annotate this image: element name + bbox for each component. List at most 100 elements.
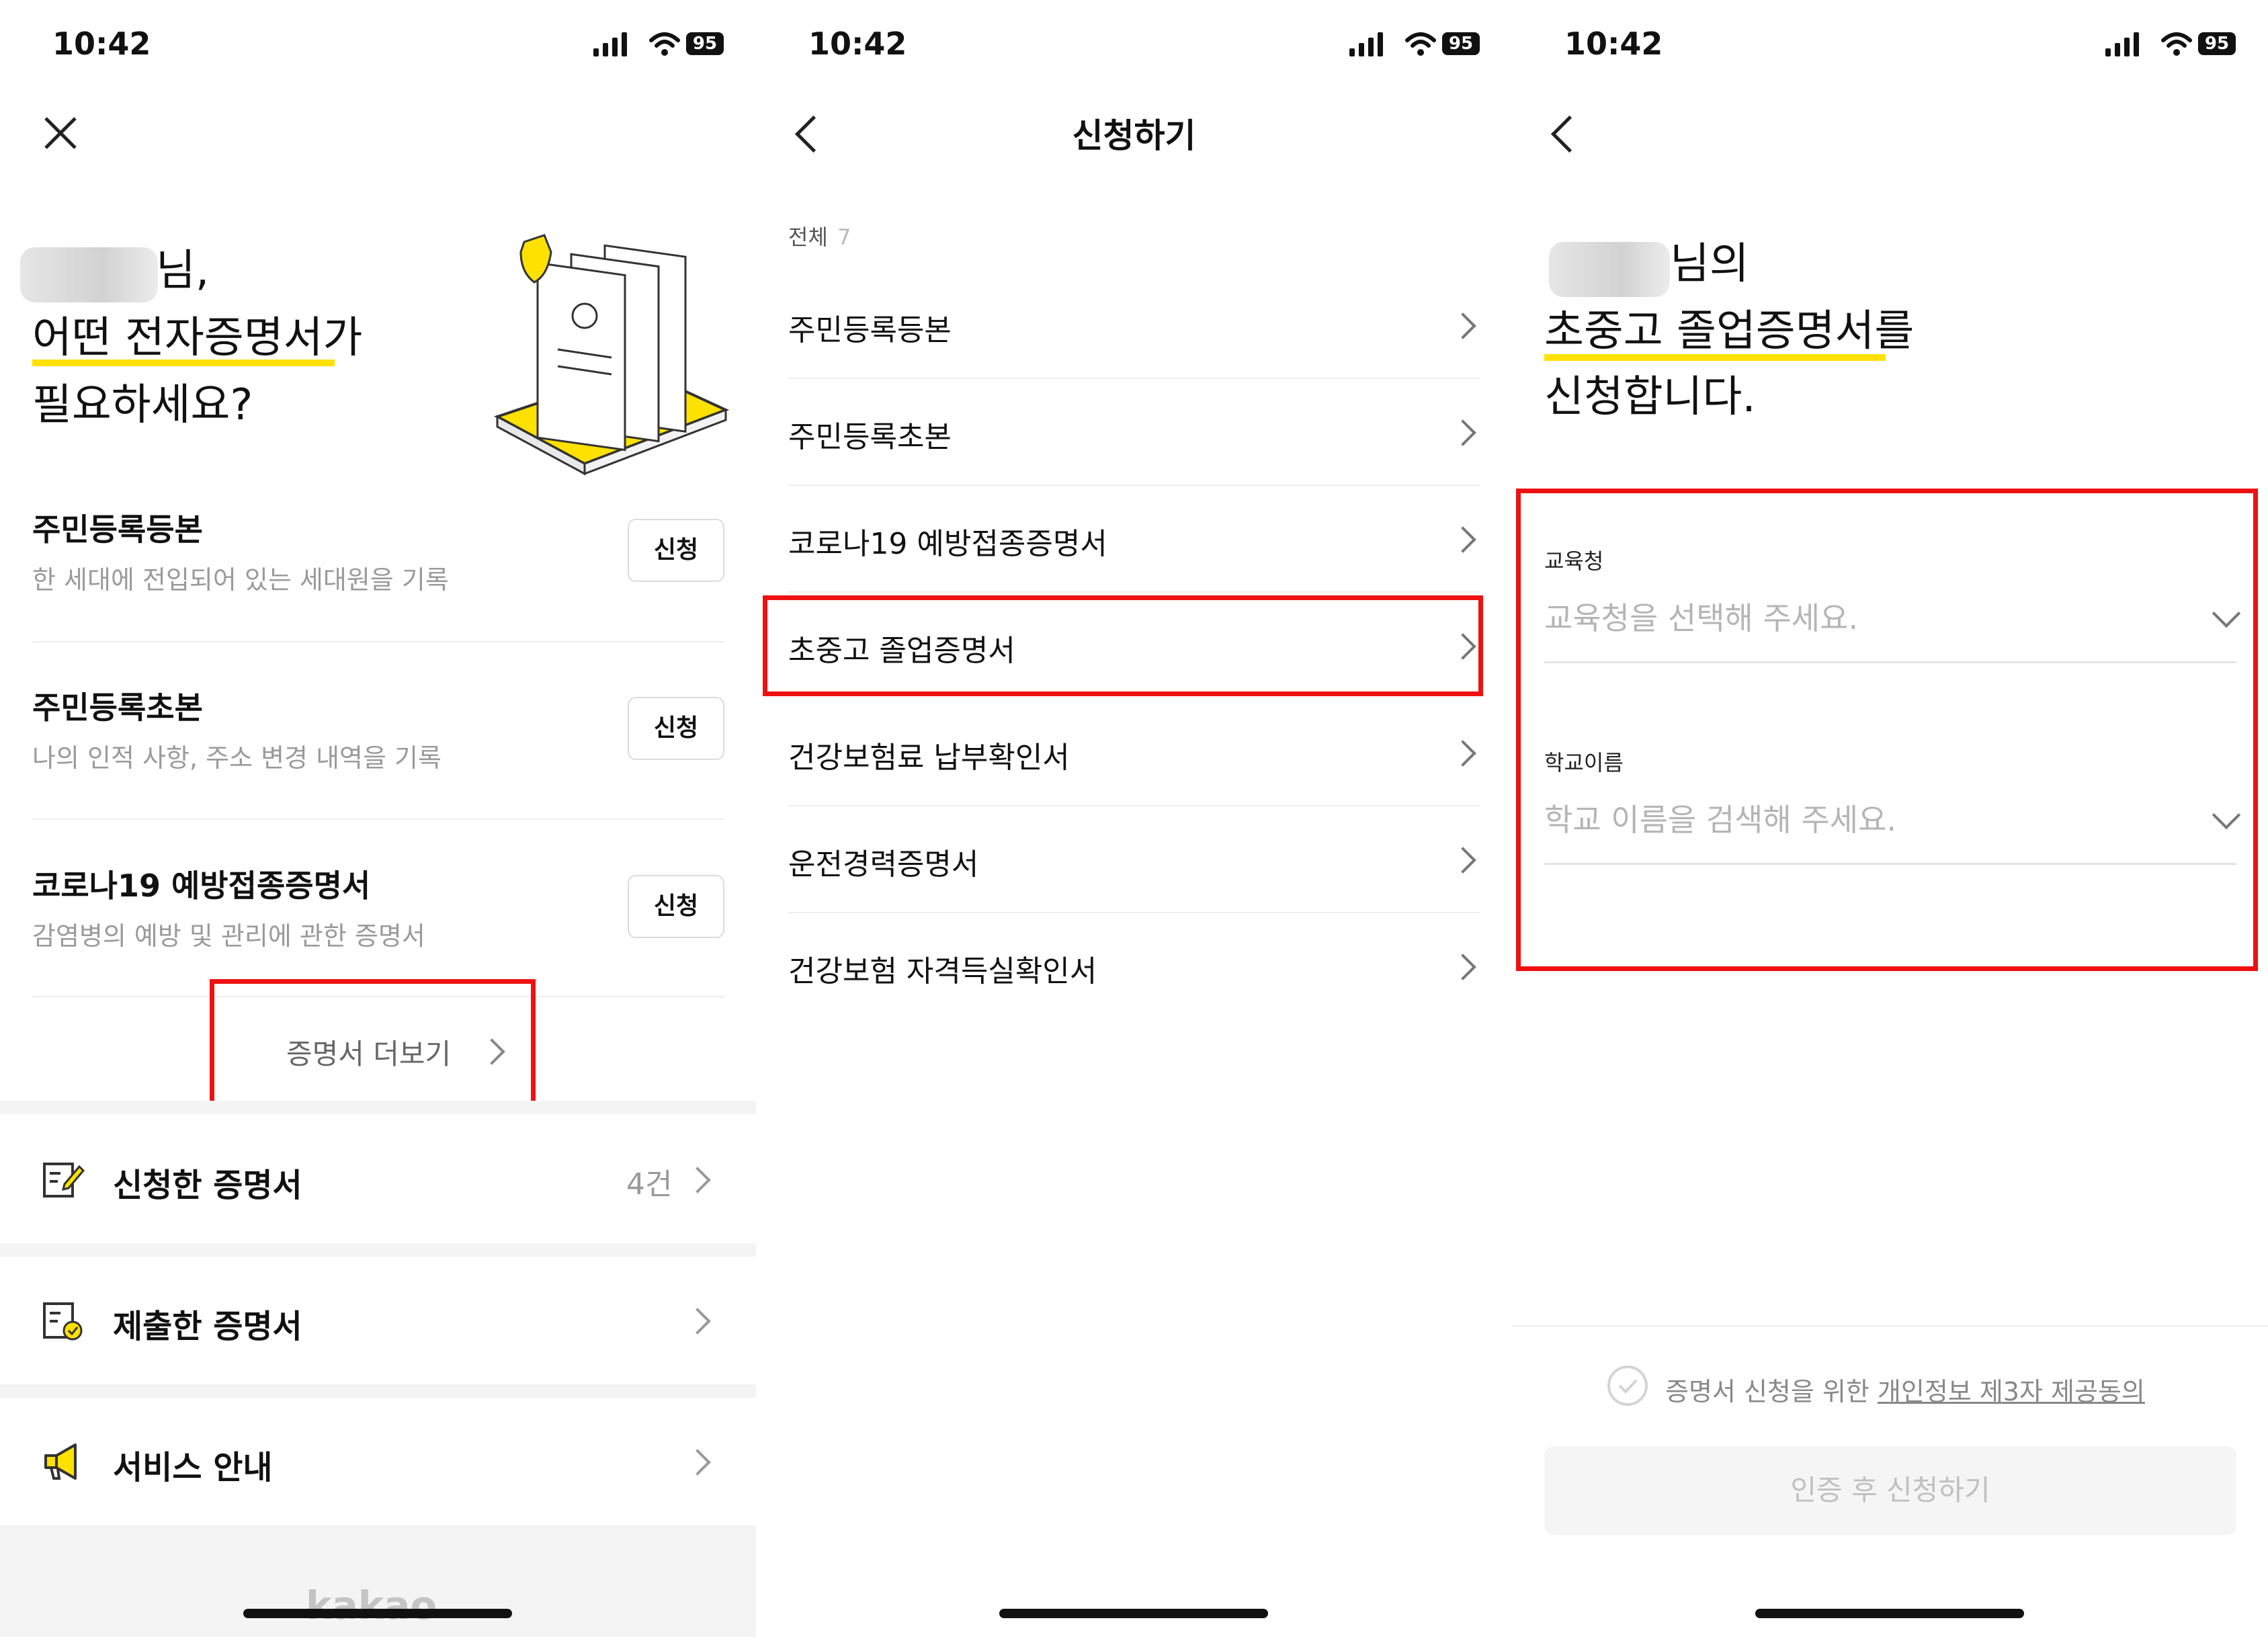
list-item-label: 주민등록등본 (788, 313, 952, 347)
cert-description: 감염병의 예방 및 관리에 관한 증명서 (32, 921, 425, 951)
chevron-down-icon (2212, 800, 2241, 830)
cert-item: 주민등록초본 나의 인적 사항, 주소 변경 내역을 기록 신청 (32, 683, 724, 818)
home-screen: 10:42 95 님, 어떤 전자증명서가 필요하세요? 주민등록등본 한 세대 (0, 0, 756, 1637)
menu-applied-certs[interactable]: 신청한 증명서 4건 (0, 1116, 756, 1243)
status-icons: 95 (593, 28, 728, 60)
close-icon[interactable] (40, 113, 81, 153)
highlight-box (210, 979, 536, 1112)
battery-icon: 95 (2198, 32, 2236, 55)
signal-icon (1349, 48, 1355, 56)
wifi-icon (649, 32, 680, 56)
status-time: 10:42 (52, 26, 151, 62)
greeting-suffix: 님, (156, 246, 210, 296)
cert-item: 코로나19 예방접종증명서 감염병의 예방 및 관리에 관한 증명서 신청 (32, 862, 724, 996)
certificate-illustration (493, 234, 730, 476)
consent-text: 증명서 신청을 위한 개인정보 제3자 제공동의 (1665, 1371, 2145, 1408)
list-item-label: 건강보험료 납부확인서 (788, 741, 1070, 775)
status-time: 10:42 (808, 26, 907, 62)
apply-button[interactable]: 신청 (628, 875, 724, 938)
consent-link[interactable]: 개인정보 제3자 제공동의 (1878, 1377, 2145, 1407)
filter-count: 7 (837, 224, 851, 250)
chevron-right-icon (1450, 954, 1476, 980)
field-underline (1544, 661, 2236, 663)
cert-title: 코로나19 예방접종증명서 (32, 868, 371, 904)
list-item[interactable]: 주민등록초본 (788, 379, 1480, 485)
list-item[interactable]: 운전경력증명서 (788, 806, 1480, 913)
status-icons: 95 (1349, 28, 1484, 60)
apply-button[interactable]: 신청 (628, 519, 724, 582)
home-indicator (999, 1609, 1268, 1618)
school-name-search[interactable]: 학교 이름을 검색해 주세요. (1544, 786, 2241, 860)
headline-line2: 어떤 전자증명서가 (32, 313, 363, 363)
field-label: 교육청 (1544, 548, 1604, 574)
menu-label: 신청한 증명서 (113, 1167, 302, 1204)
menu-submitted-certs[interactable]: 제출한 증명서 (0, 1257, 756, 1384)
kakao-logo: kakao (306, 1583, 437, 1628)
field-label: 학교이름 (1544, 750, 1624, 775)
wifi-icon (2161, 32, 2192, 56)
back-chevron-icon[interactable] (1550, 115, 1589, 153)
divider (32, 641, 724, 642)
chevron-right-icon (1450, 312, 1476, 339)
list-item-label: 주민등록초본 (788, 420, 952, 454)
consent-row[interactable]: 증명서 신청을 위한 개인정보 제3자 제공동의 (1606, 1363, 2211, 1410)
section-gap (0, 1384, 756, 1398)
consent-prefix: 증명서 신청을 위한 (1665, 1377, 1878, 1407)
cert-item: 주민등록등본 한 세대에 전입되어 있는 세대원을 기록 신청 (32, 505, 724, 640)
divider (1512, 1325, 2268, 1327)
highlight-box (763, 595, 1483, 696)
filter-label: 전체 (788, 224, 828, 250)
chevron-right-icon (684, 1308, 711, 1335)
check-circle-icon[interactable] (1606, 1364, 1649, 1407)
status-time: 10:42 (1564, 26, 1663, 62)
chevron-right-icon (1450, 847, 1476, 874)
footer: kakao (0, 1525, 756, 1637)
chevron-right-icon (1450, 526, 1476, 553)
menu-service-info[interactable]: 서비스 안내 (0, 1398, 756, 1525)
list-item[interactable]: 코로나19 예방접종증명서 (788, 486, 1480, 592)
blurred-username (20, 247, 158, 302)
list-item[interactable]: 건강보험 자격득실확인서 (788, 913, 1480, 1019)
chevron-right-icon (684, 1449, 711, 1476)
cert-name: 초중고 졸업증명서를 (1544, 306, 1915, 356)
apply-button[interactable]: 신청 (628, 697, 724, 760)
megaphone-icon (44, 1443, 77, 1480)
select-placeholder: 교육청을 선택해 주세요. (1544, 600, 1859, 636)
blurred-username (1549, 242, 1670, 297)
chevron-right-icon (1450, 419, 1476, 446)
chevron-down-icon (2212, 599, 2241, 628)
list-item-label: 코로나19 예방접종증명서 (788, 527, 1107, 561)
status-icons: 95 (2105, 28, 2240, 60)
page-title: 신청하기 (1072, 116, 1196, 155)
select-placeholder: 학교 이름을 검색해 주세요. (1544, 802, 1897, 838)
signal-icon (593, 48, 599, 56)
menu-label: 서비스 안내 (113, 1449, 273, 1486)
highlight-box (1516, 489, 2258, 971)
list-item[interactable]: 건강보험료 납부확인서 (788, 700, 1480, 806)
cert-description: 한 세대에 전입되어 있는 세대원을 기록 (32, 565, 449, 595)
cert-title: 주민등록초본 (32, 689, 203, 726)
wifi-icon (1405, 32, 1436, 56)
chevron-right-icon (684, 1167, 711, 1193)
apply-list-screen: 10:42 95 신청하기 전체 7 주민등록등본 주민등록초본 코로나19 예… (756, 0, 1512, 1637)
headline-line3: 필요하세요? (32, 380, 253, 430)
section-gap (0, 1243, 756, 1257)
field-underline (1544, 863, 2236, 865)
submitted-document-icon (43, 1302, 83, 1341)
cert-title: 주민등록등본 (32, 511, 203, 548)
applied-count: 4건 (626, 1167, 673, 1202)
list-item[interactable]: 주민등록등본 (788, 272, 1480, 378)
menu-label: 제출한 증명서 (113, 1308, 302, 1345)
chevron-right-icon (1450, 740, 1476, 767)
submit-button[interactable]: 인증 후 신청하기 (1544, 1446, 2236, 1535)
education-office-select[interactable]: 교육청을 선택해 주세요. (1544, 585, 2241, 659)
battery-icon: 95 (686, 32, 724, 55)
divider (32, 818, 724, 820)
section-gap (0, 1101, 756, 1114)
list-item-label: 건강보험 자격득실확인서 (788, 954, 1097, 989)
headline-line3: 신청합니다. (1544, 372, 1756, 422)
filter-all[interactable]: 전체 7 (788, 220, 851, 251)
cert-description: 나의 인적 사항, 주소 변경 내역을 기록 (32, 743, 442, 773)
signal-icon (2105, 48, 2111, 56)
battery-icon: 95 (1442, 32, 1480, 55)
